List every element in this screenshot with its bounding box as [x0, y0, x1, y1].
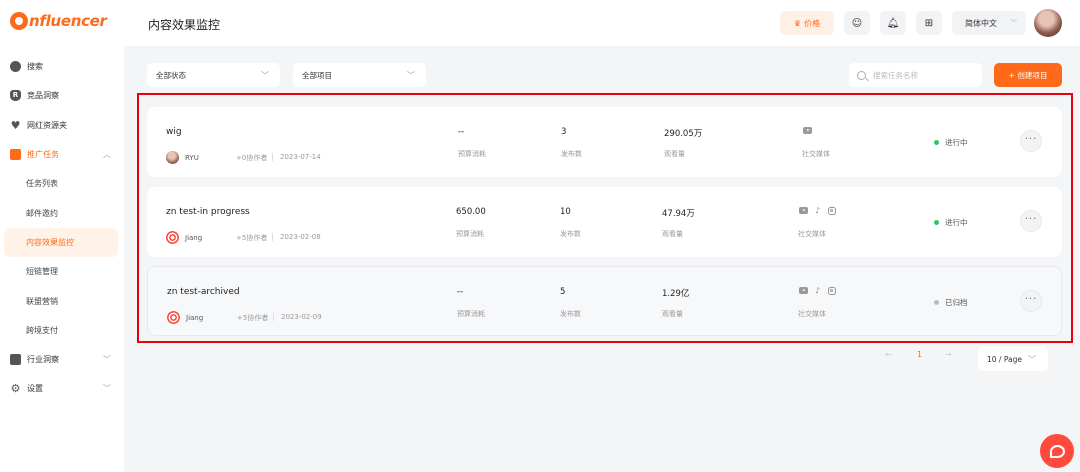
chevron-down-icon: ﹀ [1010, 19, 1017, 27]
sidebar-item-promotion-tasks[interactable]: 推广任务 ︿ [0, 140, 124, 169]
sidebar-item-label: 搜索 [27, 62, 43, 72]
heart-icon: ♥ [10, 118, 21, 132]
chevron-down-icon: ﹀ [261, 70, 269, 80]
chat-bubble-icon: ☺ [851, 17, 863, 29]
chevron-down-icon: ﹀ [407, 70, 415, 80]
sidebar-item-content-monitor[interactable]: 内容效果监控 [4, 227, 118, 258]
sidebar-item-label: 跨境支付 [26, 325, 58, 335]
highlight-annotation-box [137, 93, 1073, 343]
document-icon [10, 149, 21, 161]
sidebar-item-label: 行业洞察 [27, 355, 59, 365]
gear-icon: ⚙ [10, 382, 21, 396]
sidebar-item-label: 竞品洞察 [27, 91, 59, 101]
sidebar-item-competitor-insight[interactable]: R 竞品洞察 [0, 81, 124, 110]
prev-page-button[interactable]: ← [885, 350, 892, 359]
compass-icon [10, 61, 21, 73]
logo-text: nfluencer [29, 12, 107, 30]
chevron-up-icon: ︿ [103, 149, 111, 159]
chevron-down-icon: ﹀ [1028, 354, 1036, 364]
bell-icon: 🔔︎ [886, 17, 900, 29]
task-search[interactable] [849, 63, 982, 87]
notification-button[interactable]: 🔔︎ [880, 11, 906, 35]
sidebar: nfluencer 搜索 R 竞品洞察 ♥ 网红资源夹 推广任务 ︿ 任务列表 … [0, 0, 124, 472]
logo-icon [10, 12, 28, 30]
apps-button[interactable]: ⊞ [916, 11, 942, 35]
sidebar-item-label: 联盟营销 [26, 296, 58, 306]
message-button[interactable]: ☺ [844, 11, 870, 35]
sidebar-item-payment[interactable]: 跨境支付 [0, 316, 124, 345]
sidebar-item-label: 推广任务 [27, 150, 59, 160]
influencer-logo[interactable]: nfluencer [10, 10, 107, 32]
price-label: 价格 [804, 18, 821, 28]
sidebar-item-task-list[interactable]: 任务列表 [0, 169, 124, 198]
sidebar-item-industry-insight[interactable]: 行业洞察 ﹀ [0, 345, 124, 374]
sidebar-item-affiliate[interactable]: 联盟营销 [0, 286, 124, 315]
sidebar-nav: 搜索 R 竞品洞察 ♥ 网红资源夹 推广任务 ︿ 任务列表 邮件邀约 内容效果监… [0, 52, 124, 404]
price-button[interactable]: ♛ 价格 [780, 11, 834, 35]
sidebar-item-label: 邮件邀约 [26, 208, 58, 218]
sidebar-item-label: 内容效果监控 [26, 237, 74, 247]
page-size-select[interactable]: 10 / Page ﹀ [978, 347, 1048, 371]
shield-icon: R [10, 90, 21, 102]
top-header: 内容效果监控 ♛ 价格 ☺ 🔔︎ ⊞ 简体中文 ﹀ [124, 0, 1080, 46]
grid-icon: ⊞ [924, 17, 934, 29]
page-size-value: 10 / Page [987, 354, 1022, 364]
language-label: 简体中文 [965, 18, 997, 28]
create-project-button[interactable]: + 创建项目 [994, 63, 1062, 87]
sidebar-item-settings[interactable]: ⚙ 设置 ﹀ [0, 374, 124, 403]
project-filter-value: 全部项目 [302, 70, 332, 80]
sidebar-item-label: 网红资源夹 [27, 120, 67, 130]
page-title: 内容效果监控 [148, 18, 221, 32]
chevron-down-icon: ﹀ [103, 354, 111, 364]
project-filter-select[interactable]: 全部项目 ﹀ [293, 63, 426, 87]
sidebar-item-influencer-folder[interactable]: ♥ 网红资源夹 [0, 111, 124, 140]
status-filter-value: 全部状态 [156, 70, 186, 80]
user-avatar[interactable] [1034, 9, 1062, 37]
sidebar-item-search[interactable]: 搜索 [0, 52, 124, 81]
sidebar-item-label: 任务列表 [26, 179, 58, 189]
next-page-button[interactable]: → [945, 350, 952, 359]
language-select[interactable]: 简体中文 ﹀ [952, 11, 1026, 35]
chart-icon [10, 354, 21, 366]
crown-icon: ♛ [793, 18, 802, 28]
sidebar-item-email-invite[interactable]: 邮件邀约 [0, 198, 124, 227]
sidebar-item-label: 短链管理 [26, 267, 58, 277]
support-chat-button[interactable] [1040, 434, 1074, 468]
status-filter-select[interactable]: 全部状态 ﹀ [147, 63, 280, 87]
page-number-current[interactable]: 1 [917, 350, 922, 359]
search-icon [857, 70, 866, 80]
search-input[interactable] [873, 70, 973, 80]
chevron-down-icon: ﹀ [103, 384, 111, 394]
chat-icon [1049, 444, 1065, 458]
sidebar-item-label: 设置 [27, 384, 43, 394]
sidebar-item-short-link[interactable]: 短链管理 [0, 257, 124, 286]
